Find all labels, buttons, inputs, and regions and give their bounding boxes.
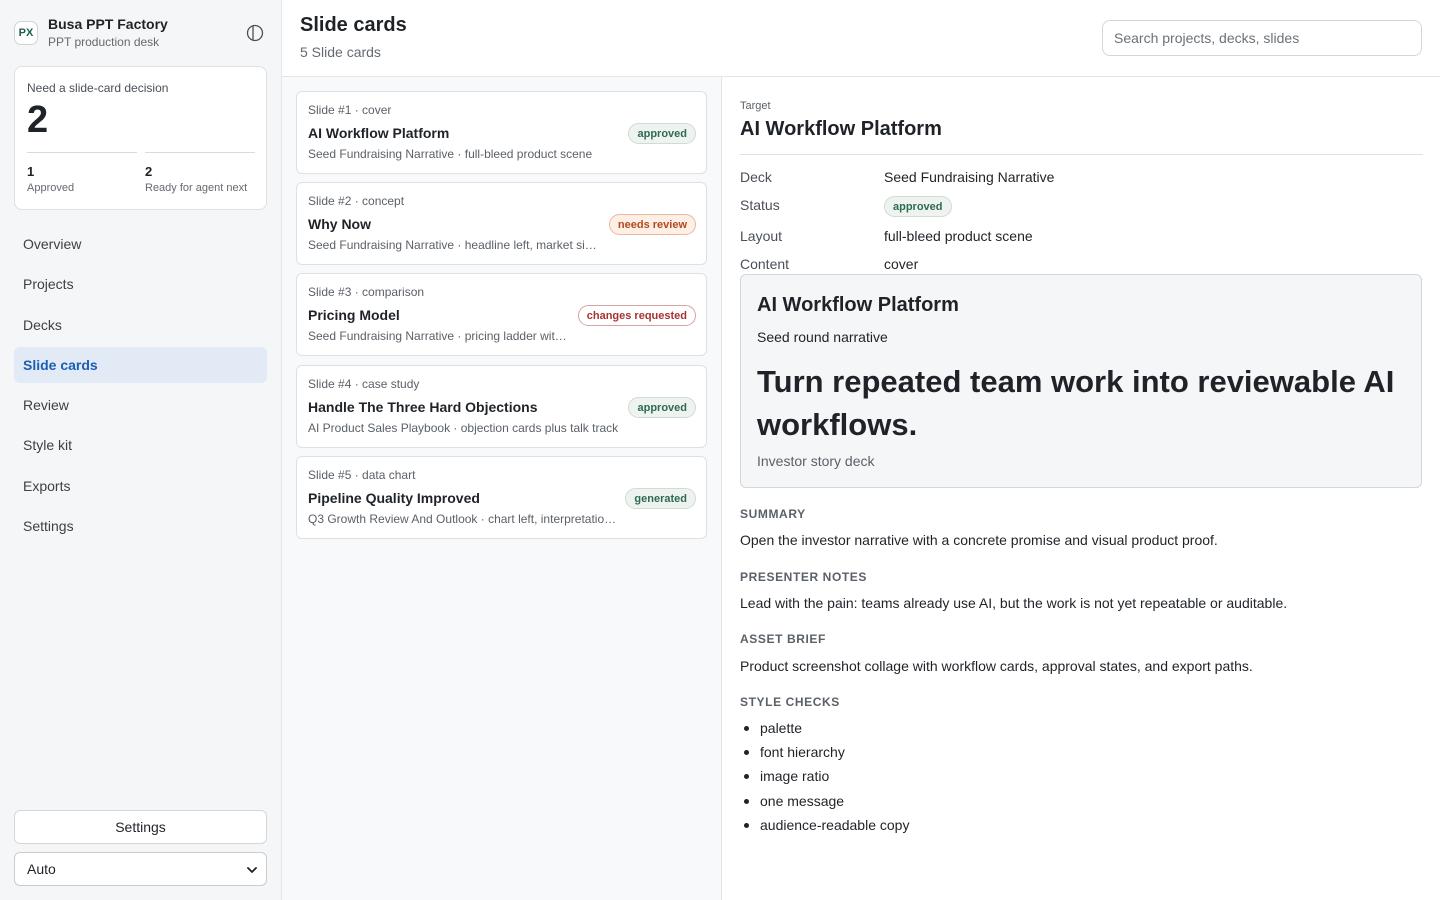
divider bbox=[740, 154, 1423, 155]
card-title: Pricing Model bbox=[308, 307, 400, 323]
brand: PX Busa PPT Factory PPT production desk bbox=[14, 14, 268, 50]
card-title: Why Now bbox=[308, 216, 371, 232]
detail-title: AI Workflow Platform bbox=[740, 118, 942, 140]
list-item: palette bbox=[740, 718, 909, 742]
list-item: one message bbox=[740, 791, 909, 815]
stat-value: 2 bbox=[145, 164, 153, 179]
slide-card[interactable]: Slide #4 · case study Handle The Three H… bbox=[296, 365, 707, 448]
status-badge: needs review bbox=[608, 214, 696, 235]
status-key: Status bbox=[740, 197, 780, 213]
slide-card[interactable]: Slide #1 · cover AI Workflow Platform Se… bbox=[296, 91, 707, 174]
status-badge: approved bbox=[884, 196, 952, 217]
sidebar-item-projects[interactable]: Projects bbox=[14, 266, 267, 302]
sidebar: PX Busa PPT Factory PPT production desk … bbox=[0, 0, 282, 900]
stat-label: Approved bbox=[27, 182, 75, 194]
slide-preview: AI Workflow Platform Seed round narrativ… bbox=[740, 274, 1422, 488]
preview-footer: Investor story deck bbox=[757, 453, 875, 469]
slide-card[interactable]: Slide #3 · comparison Pricing Model Seed… bbox=[296, 273, 707, 356]
sidebar-item-slide-cards[interactable]: Slide cards bbox=[14, 346, 267, 383]
preview-title: AI Workflow Platform bbox=[757, 294, 959, 316]
target-label: Target bbox=[740, 100, 771, 112]
stat-label: Ready for agent next bbox=[145, 182, 248, 194]
card-meta: Slide #2 · concept bbox=[308, 194, 405, 208]
decision-count: 2 bbox=[27, 99, 49, 141]
search-input[interactable] bbox=[1102, 20, 1422, 56]
card-description: Seed Fundraising Narrative · pricing lad… bbox=[308, 329, 568, 343]
page-header: Slide cards 5 Slide cards bbox=[282, 0, 1440, 77]
card-title: AI Workflow Platform bbox=[308, 125, 450, 141]
slide-card[interactable]: Slide #2 · concept Why Now Seed Fundrais… bbox=[296, 182, 707, 265]
decision-card: Need a slide-card decision 2 1 Approved … bbox=[14, 66, 267, 210]
deck-key: Deck bbox=[740, 169, 772, 185]
stat-approved: 1 Approved bbox=[27, 152, 137, 194]
app-subtitle: PPT production desk bbox=[48, 35, 160, 49]
card-meta: Slide #4 · case study bbox=[308, 377, 420, 391]
sidebar-item-settings[interactable]: Settings bbox=[14, 508, 267, 544]
sidebar-toggle-icon[interactable] bbox=[246, 24, 264, 42]
list-item: font hierarchy bbox=[740, 742, 909, 766]
deck-value: Seed Fundraising Narrative bbox=[884, 169, 1055, 185]
sidebar-item-overview[interactable]: Overview bbox=[14, 226, 267, 262]
card-title: Handle The Three Hard Objections bbox=[308, 399, 538, 415]
page-subtitle: 5 Slide cards bbox=[300, 44, 381, 60]
card-description: Q3 Growth Review And Outlook · chart lef… bbox=[308, 512, 618, 526]
notes-heading: PRESENTER NOTES bbox=[740, 570, 868, 584]
status-badge: changes requested bbox=[577, 305, 696, 326]
card-description: AI Product Sales Playbook · objection ca… bbox=[308, 421, 619, 435]
status-badge: approved bbox=[628, 123, 696, 144]
sidebar-item-review[interactable]: Review bbox=[14, 387, 267, 423]
chevron-down-icon bbox=[247, 867, 257, 873]
content-value: cover bbox=[884, 256, 919, 272]
page-title: Slide cards bbox=[300, 14, 407, 36]
status-badge: approved bbox=[628, 397, 696, 418]
settings-button[interactable]: Settings bbox=[14, 810, 267, 844]
app-name: Busa PPT Factory bbox=[48, 16, 168, 32]
slide-card[interactable]: Slide #5 · data chart Pipeline Quality I… bbox=[296, 456, 707, 539]
sidebar-item-decks[interactable]: Decks bbox=[14, 307, 267, 343]
list-item: audience-readable copy bbox=[740, 815, 909, 839]
asset-text: Product screenshot collage with workflow… bbox=[740, 658, 1253, 674]
summary-text: Open the investor narrative with a concr… bbox=[740, 532, 1218, 548]
layout-key: Layout bbox=[740, 228, 783, 244]
preview-subtitle: Seed round narrative bbox=[757, 329, 888, 345]
sidebar-nav: Overview Projects Decks Slide cards Revi… bbox=[14, 226, 267, 548]
card-meta: Slide #5 · data chart bbox=[308, 468, 416, 482]
card-description: Seed Fundraising Narrative · full-bleed … bbox=[308, 147, 593, 161]
status-badge: generated bbox=[625, 488, 696, 509]
stat-value: 1 bbox=[27, 164, 35, 179]
stat-ready: 2 Ready for agent next bbox=[145, 152, 255, 194]
slide-detail: Target AI Workflow Platform Deck Seed Fu… bbox=[722, 77, 1440, 900]
sidebar-item-style-kit[interactable]: Style kit bbox=[14, 427, 267, 463]
theme-select[interactable]: Auto bbox=[14, 852, 267, 886]
slide-card-list: Slide #1 · cover AI Workflow Platform Se… bbox=[282, 77, 722, 900]
sidebar-item-exports[interactable]: Exports bbox=[14, 468, 267, 504]
content-key: Content bbox=[740, 256, 790, 272]
notes-text: Lead with the pain: teams already use AI… bbox=[740, 595, 1288, 611]
card-meta: Slide #1 · cover bbox=[308, 103, 392, 117]
layout-value: full-bleed product scene bbox=[884, 228, 1033, 244]
card-meta: Slide #3 · comparison bbox=[308, 285, 425, 299]
decision-label: Need a slide-card decision bbox=[27, 81, 169, 95]
theme-select-value: Auto bbox=[27, 861, 56, 877]
summary-heading: SUMMARY bbox=[740, 507, 806, 521]
asset-heading: ASSET BRIEF bbox=[740, 632, 826, 646]
preview-headline: Turn repeated team work into reviewable … bbox=[757, 364, 1395, 442]
app-logo: PX bbox=[14, 21, 38, 45]
list-item: image ratio bbox=[740, 766, 909, 790]
style-checks-list: palette font hierarchy image ratio one m… bbox=[740, 718, 909, 839]
card-description: Seed Fundraising Narrative · headline le… bbox=[308, 238, 598, 252]
checks-heading: STYLE CHECKS bbox=[740, 695, 840, 709]
sidebar-toggle-glyph bbox=[246, 24, 264, 42]
card-title: Pipeline Quality Improved bbox=[308, 490, 480, 506]
